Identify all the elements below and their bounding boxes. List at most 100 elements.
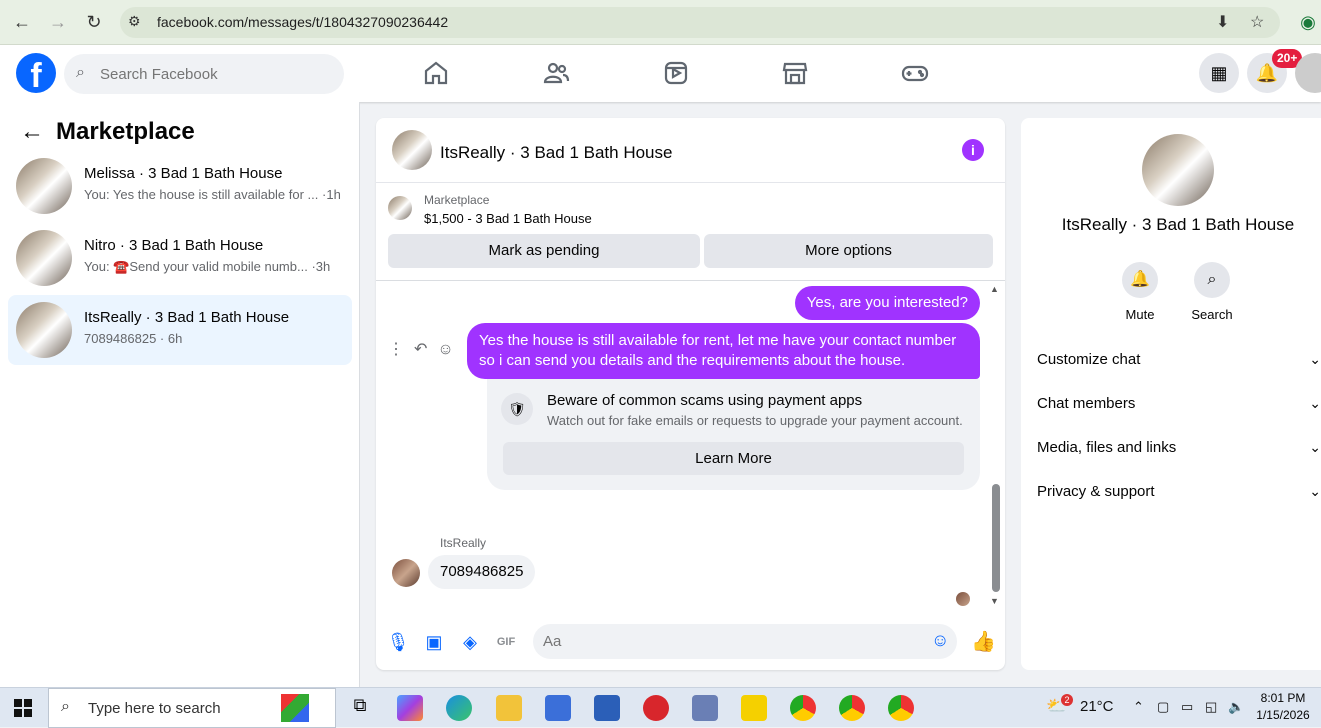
search-icon: ⌕ [76,64,85,81]
menu-grid-icon[interactable]: ▦ [1199,53,1239,93]
marketplace-icon[interactable] [781,59,809,87]
store-icon[interactable] [545,695,571,721]
sticker-icon[interactable]: ◈ [458,630,482,654]
search-highlight-icon[interactable] [281,694,309,722]
windows-start-icon[interactable] [14,699,32,717]
divider [376,280,1005,281]
sender-avatar[interactable] [392,559,420,587]
forward-arrow-icon[interactable]: → [46,10,70,34]
sender-name: ItsReally [440,536,487,550]
scrollbar-thumb[interactable] [992,484,1000,592]
news-icon[interactable] [594,695,620,721]
chrome-icon[interactable] [888,695,914,721]
info-icon[interactable]: i [962,139,984,161]
sticky-notes-icon[interactable] [741,695,767,721]
app-icon[interactable] [643,695,669,721]
scam-warning-body: Watch out for fake emails or requests to… [547,413,963,428]
conversation-name: ItsReally · 3 Bad 1 Bath House [84,309,290,326]
volume-icon[interactable]: 🔈 [1228,699,1244,715]
section-privacy-support[interactable]: Privacy & support ⌄ [1037,483,1321,500]
conversation-item-active[interactable]: ItsReally · 3 Bad 1 Bath House 708948682… [8,295,352,365]
conversation-item[interactable]: Nitro · 3 Bad 1 Bath House You: ☎️Send y… [8,223,352,293]
task-view-icon[interactable]: ⧉ [347,695,373,721]
conversation-sidebar: ← Marketplace Melissa · 3 Bad 1 Bath Hous… [0,102,360,687]
sidebar-header: ← Marketplace [20,118,195,146]
chrome-icon[interactable] [839,695,865,721]
gaming-icon[interactable] [901,59,929,87]
back-arrow-icon[interactable]: ← [20,118,46,146]
avatar[interactable] [392,130,432,170]
video-icon[interactable] [662,59,690,87]
edge-icon[interactable] [446,695,472,721]
taskbar-search[interactable]: ⌕ Type here to search [48,688,336,728]
search-action[interactable]: ⌕ Search [1182,262,1242,322]
message-outgoing[interactable]: Yes, are you interested? [794,286,980,320]
more-options-button[interactable]: More options [704,234,993,268]
weather-temp[interactable]: 21°C [1080,698,1114,715]
seen-indicator-avatar [956,592,970,606]
photo-icon[interactable]: ▣ [422,630,446,654]
chrome-icon[interactable] [790,695,816,721]
section-chat-members[interactable]: Chat members ⌄ [1037,395,1321,412]
listing-price-title: $1,500 - 3 Bad 1 Bath House [424,211,592,226]
like-thumb-icon[interactable]: 👍 [971,630,996,654]
copilot-icon[interactable] [397,695,423,721]
message-outgoing[interactable]: Yes the house is still available for ren… [467,323,980,379]
back-arrow-icon[interactable]: ← [10,10,34,34]
site-info-icon[interactable]: ⚙ [128,13,141,30]
chat-scrollbar[interactable]: ▲ ▼ [990,284,1000,608]
network-icon[interactable]: ◱ [1205,699,1217,715]
section-media-files-links[interactable]: Media, files and links ⌄ [1037,439,1321,456]
conversation-item[interactable]: Melissa · 3 Bad 1 Bath House You: Yes th… [8,151,352,221]
battery-icon[interactable]: ▭ [1181,699,1193,715]
install-app-icon[interactable]: ⬇ [1216,12,1229,32]
react-smile-icon[interactable]: ☺ [437,341,453,358]
facebook-logo-icon[interactable]: f [16,53,56,93]
windows-taskbar: ⌕ Type here to search ⧉ ⛅ 2 21°C ⌃ ▢ ▭ ◱… [0,687,1321,728]
emoji-icon[interactable]: ☺ [931,630,949,651]
address-bar[interactable]: ⚙ facebook.com/messages/t/18043270902364… [120,7,1280,38]
scroll-down-icon[interactable]: ▼ [990,596,999,606]
search-input[interactable] [100,54,330,94]
bookmark-star-icon[interactable]: ☆ [1250,12,1264,32]
conversation-preview: You: Yes the house is still available fo… [84,187,341,202]
learn-more-button[interactable]: Learn More [503,442,964,475]
account-avatar[interactable] [1295,53,1321,93]
message-incoming[interactable]: 7089486825 [428,555,536,589]
friends-icon[interactable] [542,59,570,87]
message-input[interactable] [543,624,913,659]
scroll-up-icon[interactable]: ▲ [990,284,999,294]
chevron-down-icon: ⌄ [1309,483,1321,499]
home-icon[interactable] [422,59,450,87]
section-label: Media, files and links [1037,439,1177,456]
shield-icon: 🛡 [501,393,533,425]
section-customize-chat[interactable]: Customize chat ⌄ [1037,351,1321,368]
search-label: Search [1191,307,1233,322]
facebook-header: f ⌕ ▦ 🔔 20+ [0,45,1321,102]
chevron-down-icon: ⌄ [1309,395,1321,411]
message-input-wrap[interactable]: ☺ [533,624,957,659]
chevron-up-icon[interactable]: ⌃ [1133,699,1144,715]
chevron-down-icon: ⌄ [1309,351,1321,367]
microphone-icon[interactable]: 🎙 [386,630,410,654]
more-dots-icon[interactable]: ⋮ [388,341,404,358]
mute-action[interactable]: 🔔 Mute [1110,262,1170,322]
snipping-tool-icon[interactable] [692,695,718,721]
file-explorer-icon[interactable] [496,695,522,721]
gif-icon[interactable]: GIF [494,630,518,654]
address-url: facebook.com/messages/t/1804327090236442 [157,14,449,30]
chat-title[interactable]: ItsReally · 3 Bad 1 Bath House [440,143,672,163]
clock-date: 1/15/2026 [1256,708,1310,722]
system-clock[interactable]: 8:01 PM 1/15/2026 [1250,690,1316,724]
weather-badge: 2 [1061,694,1073,706]
facebook-search[interactable]: ⌕ [64,54,344,94]
reply-icon[interactable]: ↶ [414,341,427,358]
meet-icon[interactable]: ▢ [1157,699,1169,715]
mark-as-pending-button[interactable]: Mark as pending [388,234,700,268]
scam-warning-card: 🛡 Beware of common scams using payment a… [487,379,980,490]
chevron-down-icon: ⌄ [1309,439,1321,455]
profile-avatar[interactable] [1142,134,1214,206]
reload-icon[interactable]: ↻ [82,10,106,34]
avatar [16,302,72,358]
profile-icon[interactable]: ◉ [1296,10,1320,34]
